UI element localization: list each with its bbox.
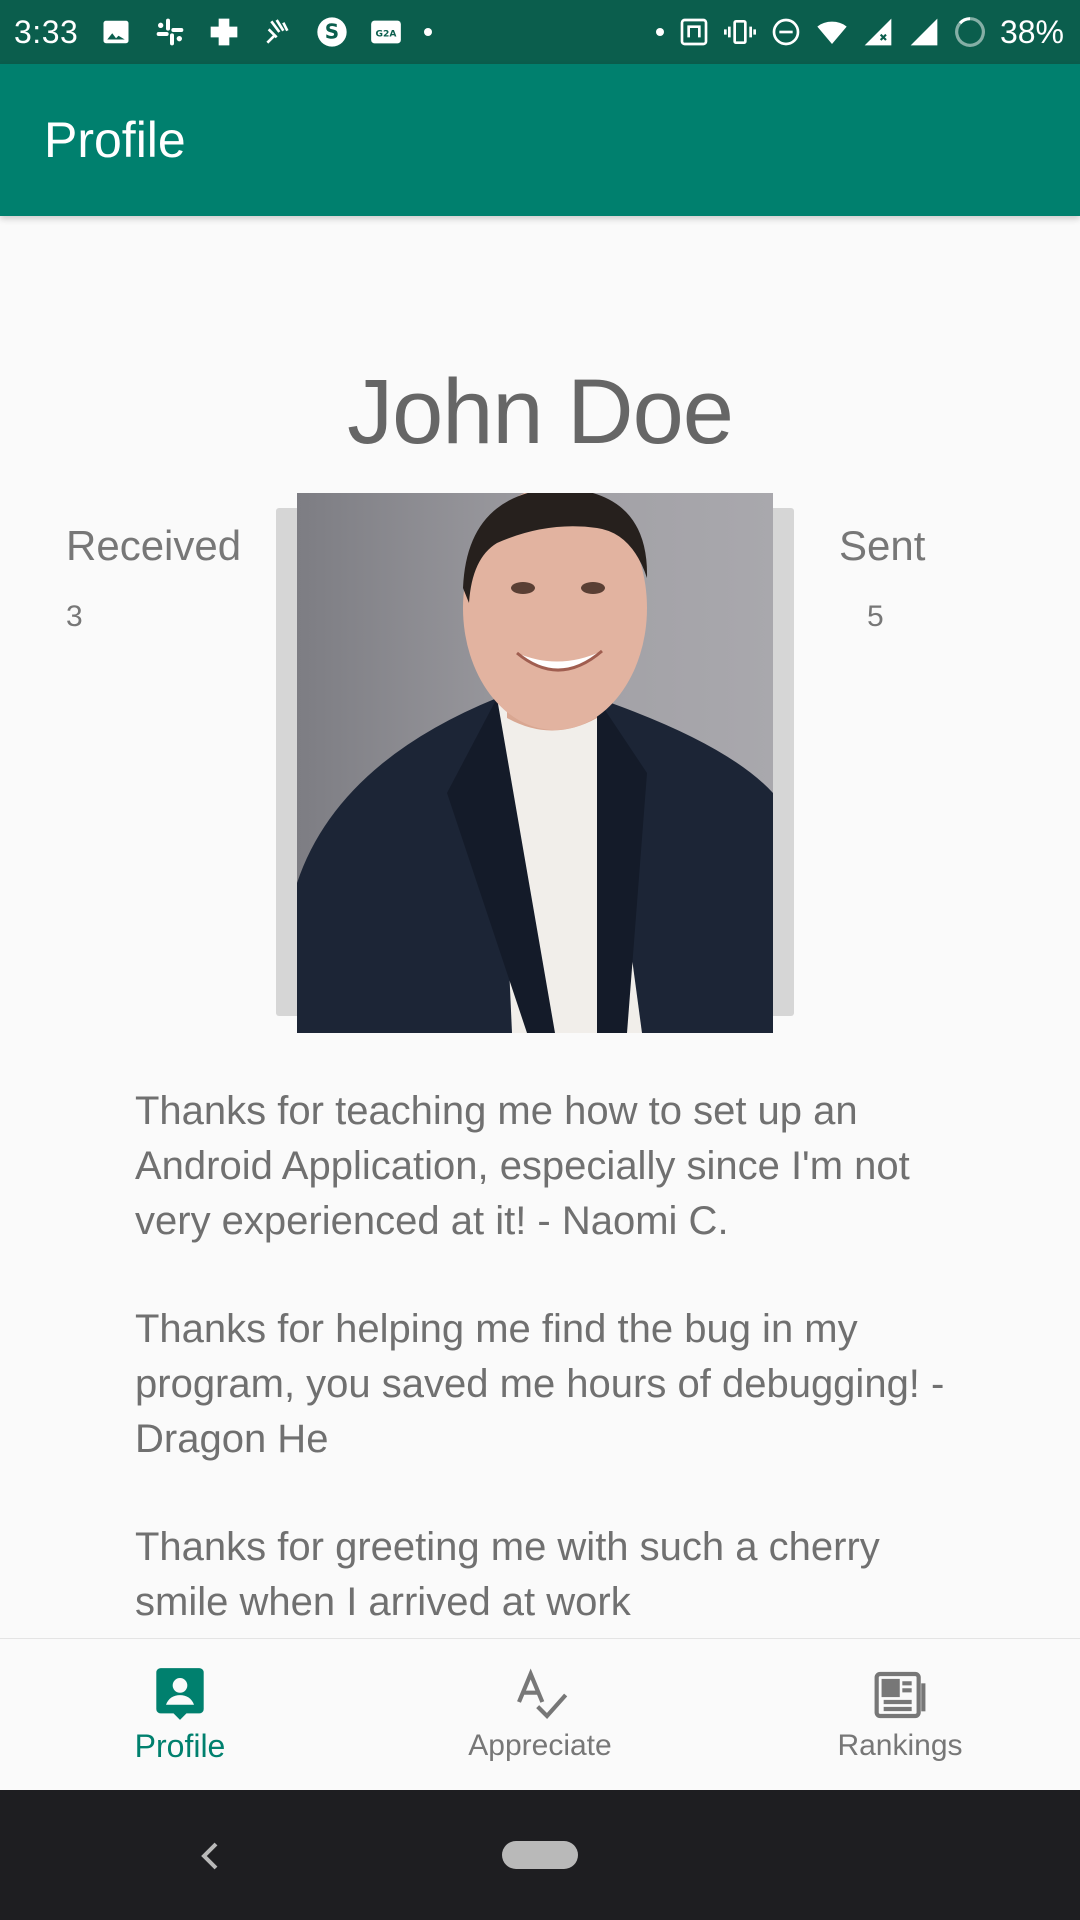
plus-app-icon: [208, 16, 240, 48]
sent-count: 5: [867, 600, 884, 633]
profile-photo: [297, 493, 773, 1033]
hand-app-icon: [262, 16, 294, 48]
vibrate-icon: [723, 16, 756, 48]
newspaper-icon: [872, 1667, 928, 1723]
home-pill[interactable]: [502, 1841, 578, 1869]
received-label: Received: [66, 522, 242, 569]
received-count: 3: [66, 600, 83, 633]
bottom-navigation: Profile Appreciate Rankings: [0, 1638, 1080, 1791]
s-app-icon: S: [316, 16, 348, 48]
status-bar: 3:33 S G2A 38%: [0, 0, 1080, 64]
battery-percentage: 38%: [999, 13, 1064, 50]
appreciation-message: Thanks for helping me find the bug in my…: [135, 1307, 945, 1461]
dot-icon: [424, 28, 433, 36]
spellcheck-icon: [512, 1667, 568, 1723]
signal-icon: [862, 16, 894, 48]
nav-label-appreciate: Appreciate: [468, 1729, 612, 1762]
app-bar: Profile: [0, 64, 1080, 216]
dot-icon: [655, 28, 664, 36]
battery-icon: [954, 16, 986, 48]
wifi-icon: [816, 16, 848, 48]
nav-item-appreciate[interactable]: Appreciate: [360, 1639, 720, 1791]
svg-text:S: S: [325, 20, 339, 44]
page-title: Profile: [44, 112, 186, 168]
signal-icon: [908, 16, 940, 48]
dnd-icon: [770, 16, 802, 48]
g2a-icon: G2A: [370, 16, 402, 48]
nav-label-rankings: Rankings: [837, 1729, 963, 1762]
appreciation-message: Thanks for teaching me how to set up an …: [135, 1089, 910, 1243]
back-icon[interactable]: [190, 1828, 230, 1884]
status-time: 3:33: [14, 13, 79, 50]
slack-icon: [154, 16, 186, 48]
appreciation-message: Thanks for greeting me with such a cherr…: [135, 1525, 880, 1624]
sent-label: Sent: [839, 522, 926, 569]
profile-icon: [152, 1666, 208, 1722]
nav-item-rankings[interactable]: Rankings: [720, 1639, 1080, 1791]
appreciation-list: Thanks for teaching me how to set up an …: [135, 1084, 965, 1683]
image-icon: [100, 16, 132, 48]
nfc-icon: [678, 16, 710, 48]
svg-text:G2A: G2A: [376, 30, 398, 40]
nav-item-profile[interactable]: Profile: [0, 1639, 360, 1791]
profile-name: John Doe: [347, 361, 734, 463]
nav-label-profile: Profile: [134, 1727, 226, 1764]
